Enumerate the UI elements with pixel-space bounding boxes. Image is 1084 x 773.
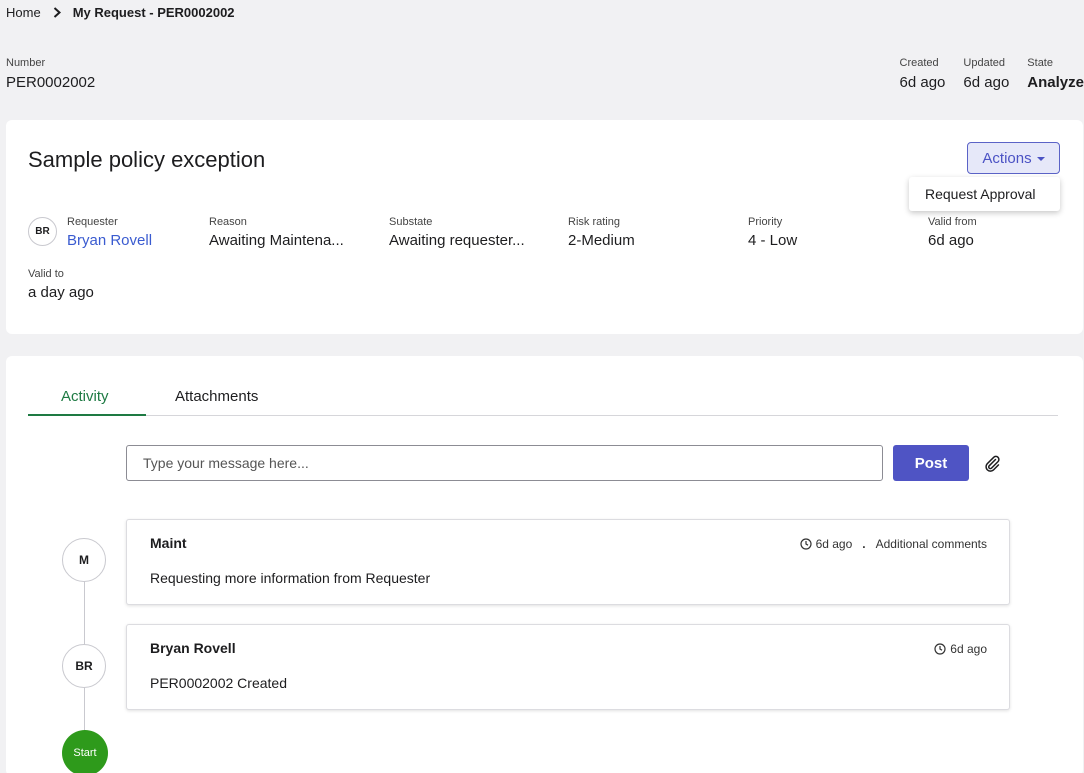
actions-label: Actions — [982, 149, 1032, 167]
requester-link[interactable]: Bryan Rovell — [67, 232, 152, 249]
message-input[interactable] — [126, 445, 883, 481]
valid-to-value: a day ago — [28, 284, 94, 301]
number-label: Number — [6, 57, 46, 69]
entry-body: PER0002002 Created — [150, 675, 287, 691]
valid-to-field: Valid to a day ago — [28, 268, 94, 301]
entry-avatar: BR — [62, 644, 106, 688]
risk-field: Risk rating 2-Medium — [568, 216, 635, 249]
priority-field: Priority 4 - Low — [748, 216, 797, 249]
caret-down-icon — [1036, 157, 1045, 161]
breadcrumb-current: My Request - PER0002002 — [72, 4, 235, 20]
substate-field: Substate Awaiting requester... — [389, 216, 525, 249]
created-label: Created — [899, 57, 939, 69]
state-label: State — [1027, 57, 1053, 69]
actions-button[interactable]: Actions — [967, 142, 1060, 174]
tab-attachments[interactable]: Attachments — [175, 388, 258, 405]
reason-label: Reason — [209, 216, 247, 228]
chevron-right-icon — [53, 6, 61, 18]
page-title: Sample policy exception — [28, 147, 266, 172]
entry-body: Requesting more information from Request… — [150, 570, 431, 586]
valid-to-label: Valid to — [28, 268, 64, 280]
timeline-start: Start — [62, 730, 108, 773]
requester-avatar: BR — [28, 217, 57, 246]
entry-time: 6d ago — [950, 642, 987, 656]
entry-time: 6d ago — [815, 537, 853, 551]
tab-activity[interactable]: Activity — [61, 388, 109, 405]
reason-field: Reason Awaiting Maintena... — [209, 216, 344, 249]
number-value: PER0002002 — [6, 74, 96, 91]
breadcrumb: Home My Request - PER0002002 — [6, 3, 235, 21]
valid-from-label: Valid from — [928, 216, 977, 228]
state-block: State Analyze — [1027, 57, 1084, 91]
record-number-block: Number PER0002002 — [6, 57, 95, 91]
requester-field: Requester Bryan Rovell — [67, 216, 152, 249]
clock-icon — [799, 538, 812, 550]
active-tab-indicator — [28, 414, 146, 416]
risk-label: Risk rating — [568, 216, 620, 228]
activity-entry: Bryan Rovell 6d ago PER0002002 Created — [126, 624, 1010, 710]
clock-icon — [934, 643, 946, 655]
valid-from-field: Valid from 6d ago — [928, 216, 977, 249]
request-approval-item[interactable]: Request Approval — [909, 186, 1036, 202]
activity-card: Activity Attachments Post M Maint 6d ago… — [6, 356, 1083, 773]
requester-label: Requester — [67, 216, 118, 228]
priority-label: Priority — [748, 216, 783, 228]
priority-value: 4 - Low — [748, 232, 798, 249]
state-value: Analyze — [1027, 74, 1084, 91]
created-block: Created 6d ago — [900, 57, 946, 91]
entry-avatar: M — [62, 538, 106, 582]
paperclip-icon[interactable] — [982, 453, 1002, 473]
entry-meta: 6d ago — [934, 642, 987, 656]
reason-value: Awaiting Maintena... — [209, 232, 344, 249]
record-meta: Created 6d ago Updated 6d ago State Anal… — [882, 57, 1084, 91]
updated-label: Updated — [963, 57, 1005, 69]
actions-dropdown: Request Approval — [909, 177, 1060, 211]
summary-card: Sample policy exception Actions Request … — [6, 120, 1083, 334]
substate-label: Substate — [389, 216, 433, 228]
updated-block: Updated 6d ago — [963, 57, 1009, 91]
entry-meta: 6d ago . Additional comments — [799, 537, 987, 551]
tab-bar: Activity Attachments — [28, 384, 1058, 416]
created-value: 6d ago — [899, 74, 946, 91]
meta-separator: . — [862, 537, 866, 551]
activity-entry: Maint 6d ago . Additional comments Reque… — [126, 519, 1010, 605]
entry-type: Additional comments — [875, 537, 987, 551]
updated-value: 6d ago — [963, 74, 1010, 91]
entry-author: Bryan Rovell — [150, 640, 236, 656]
risk-value: 2-Medium — [568, 232, 635, 249]
substate-value: Awaiting requester... — [389, 232, 525, 249]
entry-author: Maint — [150, 535, 187, 551]
valid-from-value: 6d ago — [928, 232, 974, 249]
breadcrumb-home[interactable]: Home — [6, 5, 41, 20]
post-button[interactable]: Post — [893, 445, 969, 481]
